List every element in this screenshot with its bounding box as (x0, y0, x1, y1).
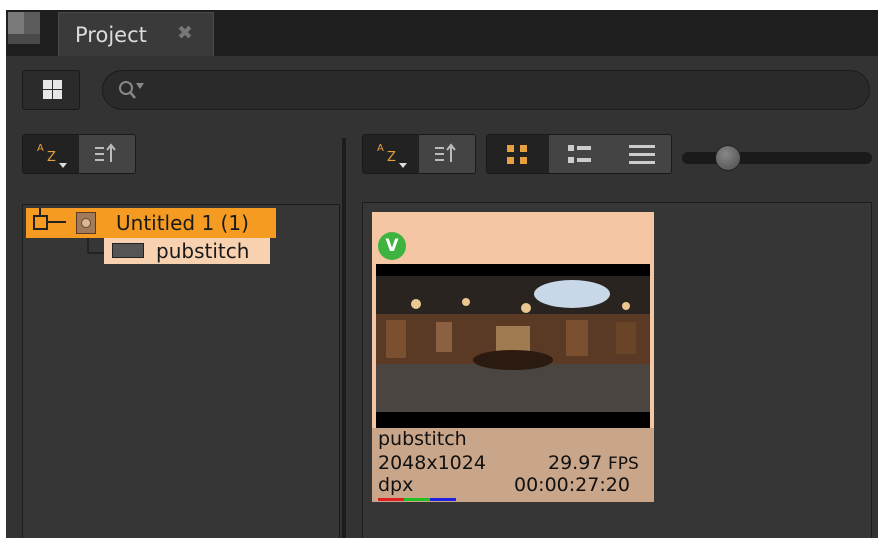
view-list-button[interactable] (611, 135, 671, 173)
sort-order-icon (95, 143, 116, 162)
bin-sort-order-button[interactable] (419, 135, 475, 173)
clip-name: pubstitch (378, 428, 467, 450)
close-icon[interactable]: ✖ (177, 22, 193, 44)
tree-item-untitled-label: Untitled 1 (1) (116, 211, 249, 235)
svg-text:A: A (377, 143, 384, 154)
svg-text:A: A (37, 143, 44, 154)
clip-thumbnail (376, 264, 650, 428)
bin-sort-group: A Z (362, 134, 476, 174)
svg-text:Z: Z (47, 150, 56, 165)
sort-order-button[interactable] (79, 135, 135, 173)
red-channel-indicator (378, 498, 404, 501)
thumbnail-size-slider[interactable] (682, 152, 872, 164)
view-thumbnails-button[interactable] (487, 135, 549, 173)
list-view-icon (629, 145, 655, 164)
tab-project-label: Project (75, 23, 147, 47)
tree-item-pubstitch-label: pubstitch (156, 239, 250, 263)
tab-project[interactable]: Project ✖ (58, 12, 214, 56)
detail-view-icon (568, 145, 591, 163)
bin-icon (76, 212, 96, 234)
sort-az-button[interactable]: A Z (23, 135, 79, 173)
svg-text:Z: Z (387, 150, 396, 165)
clip-fps-unit: FPS (608, 454, 639, 474)
layout-button[interactable] (22, 70, 80, 110)
bin-sort-az-button[interactable]: A Z (363, 135, 419, 173)
search-input[interactable] (102, 70, 870, 110)
panel-divider[interactable] (342, 138, 346, 538)
tab-bar: Project ✖ (6, 10, 878, 56)
tree-sort-group: A Z (22, 134, 136, 174)
clip-fps: 29.97 (548, 452, 603, 474)
clip-info: pubstitch 2048x1024 29.97 FPS dpx 00:00:… (372, 428, 654, 502)
project-panel: Project ✖ A Z A Z Untitled 1 (1) pubstit… (6, 10, 878, 538)
sort-order-icon (435, 143, 456, 162)
clip-resolution: 2048x1024 (378, 452, 486, 474)
view-mode-group (486, 134, 672, 174)
blue-channel-indicator (430, 498, 456, 501)
sort-az-icon: A Z (37, 143, 67, 168)
clip-thumbnail-icon (112, 243, 144, 258)
video-badge: V (378, 232, 406, 260)
clip-card[interactable]: V pubstitch 2048x1024 29.97 FPS dpx 00:0… (372, 212, 654, 502)
green-channel-indicator (404, 498, 430, 501)
clip-timecode: 00:00:27:20 (514, 474, 630, 496)
tree-connector-icon (33, 208, 106, 254)
thumbnail-view-icon (507, 145, 527, 164)
panel-menu-icon[interactable] (8, 12, 40, 44)
slider-handle[interactable] (714, 145, 741, 171)
grid-layout-icon (43, 80, 62, 99)
clip-format: dpx (378, 474, 414, 496)
sort-az-icon: A Z (377, 143, 407, 168)
search-icon[interactable] (117, 79, 153, 103)
view-details-button[interactable] (549, 135, 611, 173)
